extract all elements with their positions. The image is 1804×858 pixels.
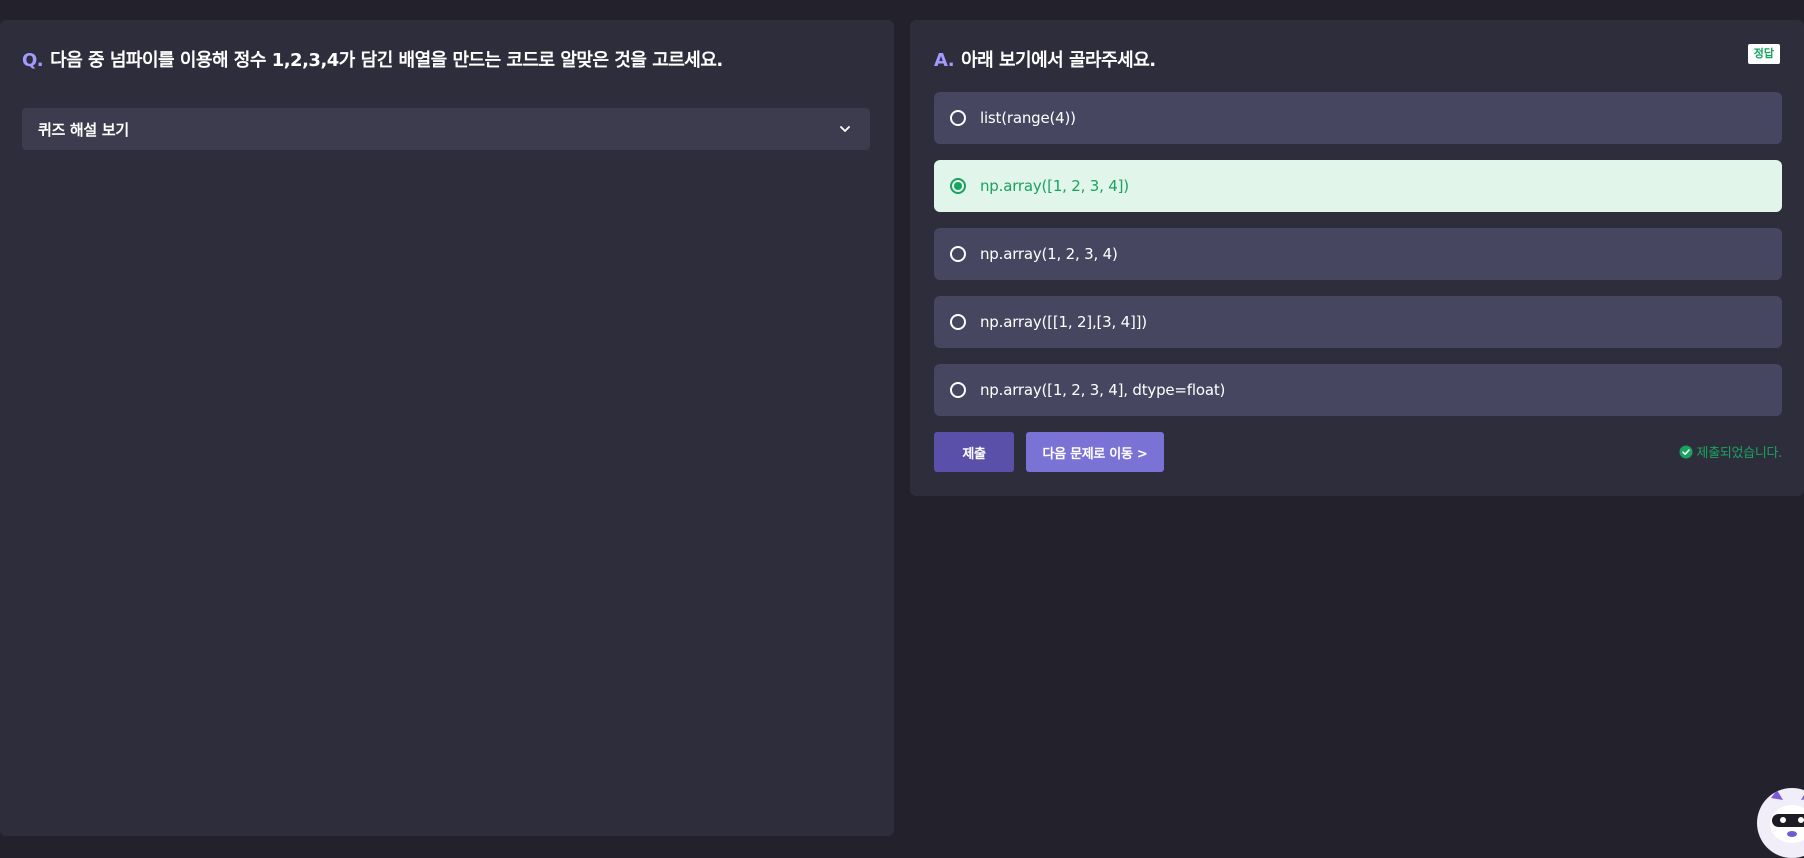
option-3[interactable]: np.array(1, 2, 3, 4) <box>934 228 1782 280</box>
answer-panel: A. 아래 보기에서 골라주세요. 정답 list(range(4)) np.ar… <box>910 20 1804 496</box>
next-question-button[interactable]: 다음 문제로 이동 > <box>1026 432 1164 472</box>
submission-status: 제출되었습니다. <box>1679 442 1782 461</box>
option-2[interactable]: np.array([1, 2, 3, 4]) <box>934 160 1782 212</box>
radio-button[interactable] <box>950 314 966 330</box>
explanation-toggle-label: 퀴즈 해설 보기 <box>38 120 129 139</box>
top-bar <box>0 0 1804 20</box>
question-heading: Q. 다음 중 넘파이를 이용해 정수 1,2,3,4가 담긴 배열을 만드는 코… <box>22 46 723 72</box>
correct-badge: 정답 <box>1747 44 1780 64</box>
panda-mascot-icon[interactable] <box>1757 788 1804 858</box>
status-text: 제출되었습니다. <box>1696 446 1783 461</box>
option-label: np.array(1, 2, 3, 4) <box>980 245 1118 263</box>
option-label: np.array([1, 2, 3, 4], dtype=float) <box>980 381 1226 399</box>
question-prefix: Q. <box>22 50 44 71</box>
option-4[interactable]: np.array([[1, 2],[3, 4]]) <box>934 296 1782 348</box>
radio-button[interactable] <box>950 178 966 194</box>
option-label: list(range(4)) <box>980 109 1076 127</box>
submit-button[interactable]: 제출 <box>934 432 1014 472</box>
radio-button[interactable] <box>950 246 966 262</box>
explanation-toggle[interactable]: 퀴즈 해설 보기 <box>22 108 870 150</box>
answer-text: 아래 보기에서 골라주세요. <box>961 50 1156 71</box>
option-label: np.array([1, 2, 3, 4]) <box>980 177 1129 195</box>
option-5[interactable]: np.array([1, 2, 3, 4], dtype=float) <box>934 364 1782 416</box>
question-text: 다음 중 넘파이를 이용해 정수 1,2,3,4가 담긴 배열을 만드는 코드로… <box>50 50 723 71</box>
option-label: np.array([[1, 2],[3, 4]]) <box>980 313 1147 331</box>
question-panel: Q. 다음 중 넘파이를 이용해 정수 1,2,3,4가 담긴 배열을 만드는 코… <box>0 20 894 836</box>
check-circle-icon <box>1679 445 1693 458</box>
radio-button[interactable] <box>950 110 966 126</box>
answer-prefix: A. <box>934 50 955 71</box>
mascot-face <box>1770 790 1804 843</box>
option-1[interactable]: list(range(4)) <box>934 92 1782 144</box>
chevron-down-icon <box>840 126 850 132</box>
radio-button[interactable] <box>950 382 966 398</box>
answer-heading: A. 아래 보기에서 골라주세요. <box>934 46 1156 72</box>
